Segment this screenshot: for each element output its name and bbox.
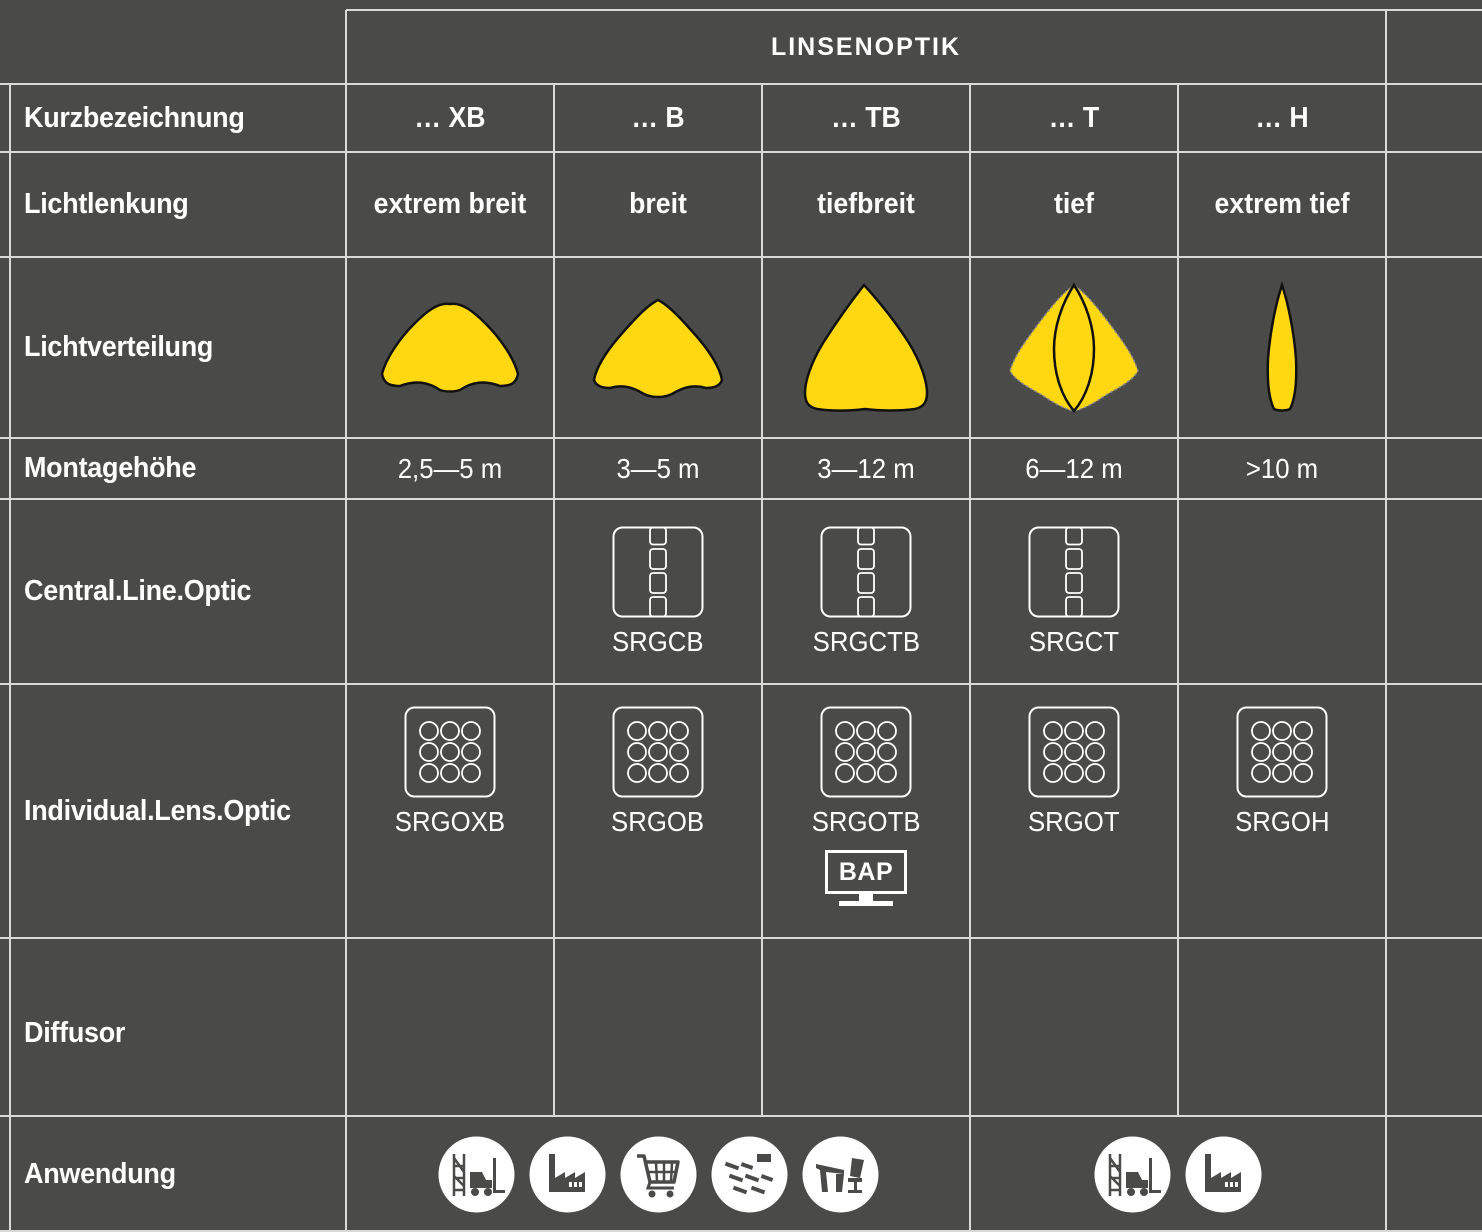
factory-icon [1185,1136,1262,1212]
individual-code-b: SRGOB [611,806,705,837]
row-label-lichtlenkung: Lichtlenkung [24,188,189,220]
montage-xb: 2,5—5 m [397,452,503,484]
office-desk-icon [802,1136,878,1212]
deep-wide-distribution-icon [762,257,970,438]
kurz-b: … B [631,101,685,134]
individual-lens-optic-icon [612,706,704,798]
central-code-b: SRGCB [612,626,704,657]
individual-lens-optic-icon [1236,706,1328,798]
lichtlenkung-t: tief [1053,188,1095,220]
individual-cell-b: SRGOB [554,706,762,846]
central-cell-b: SRGCB [554,526,762,666]
bap-label: BAP [838,857,894,886]
individual-cell-xb: SRGOXB [346,706,554,846]
row-label-anwendung: Anwendung [24,1157,176,1190]
anwendung-group-2 [970,1116,1386,1232]
individual-code-tb: SRGOTB [811,806,921,837]
bap-badge: BAP [825,850,907,908]
individual-cell-h: SRGOH [1178,706,1386,846]
row-label-kurzbezeichnung: Kurzbezeichnung [24,101,245,134]
lichtlenkung-tb: tiefbreit [817,188,915,220]
central-line-optic-icon [820,526,912,618]
row-label-diffusor: Diffusor [24,1016,126,1049]
warehouse-forklift-icon [1094,1136,1171,1212]
anwendung-group-1 [346,1116,970,1232]
kurz-xb: … XB [414,101,486,134]
row-label-lichtverteilung: Lichtverteilung [24,331,214,363]
central-line-optic-icon [612,526,704,618]
individual-lens-optic-icon [1028,706,1120,798]
shopping-cart-icon [620,1136,696,1212]
factory-icon [529,1136,605,1212]
central-cell-t: SRGCT [970,526,1178,666]
montage-t: 6—12 m [1025,452,1123,484]
extra-wide-distribution-icon [346,257,554,438]
montage-h: >10 m [1245,452,1319,484]
individual-cell-tb: SRGOTB BAP [762,706,970,916]
montage-b: 3—5 m [616,452,700,484]
row-label-individual-lens-optic: Individual.Lens.Optic [24,794,291,827]
kurz-tb: … TB [831,101,901,134]
classroom-desks-icon [711,1136,787,1212]
montage-tb: 3—12 m [817,452,915,484]
individual-cell-t: SRGOT [970,706,1178,846]
warehouse-forklift-icon [438,1136,514,1212]
kurz-h: … H [1255,101,1309,134]
individual-lens-optic-icon [820,706,912,798]
central-code-tb: SRGCTB [812,626,920,657]
wide-distribution-icon [554,257,762,438]
central-code-t: SRGCT [1028,626,1120,657]
central-line-optic-icon [1028,526,1120,618]
deep-distribution-icon [970,257,1178,438]
lichtlenkung-b: breit [629,188,687,220]
lichtlenkung-h: extrem tief [1214,188,1350,220]
kurz-t: … T [1048,101,1100,134]
lichtlenkung-xb: extrem breit [373,188,527,220]
monitor-stand-icon [859,894,873,901]
individual-lens-optic-icon [404,706,496,798]
table-header-title: LINSENOPTIK [770,32,962,61]
individual-code-t: SRGOT [1028,806,1120,837]
central-cell-tb: SRGCTB [762,526,970,666]
extra-deep-distribution-icon [1178,257,1386,438]
individual-code-xb: SRGOXB [394,806,506,837]
row-label-montagehoehe: Montagehöhe [24,452,197,484]
row-label-central-line-optic: Central.Line.Optic [24,575,252,607]
individual-code-h: SRGOH [1234,806,1330,837]
